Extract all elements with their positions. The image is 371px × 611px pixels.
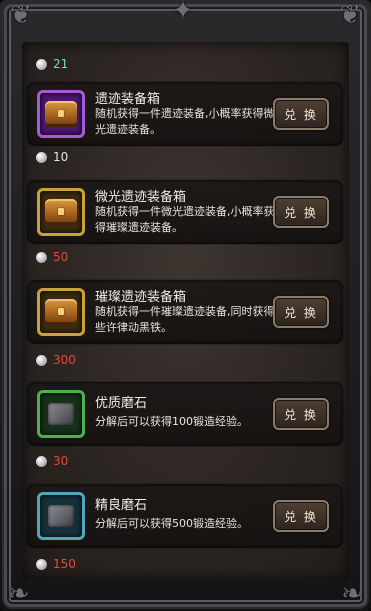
treasure-chest-icon (45, 199, 77, 225)
exchange-item: 微光遗迹装备箱 随机获得一件微光遗迹装备,小概率获得璀璨遗迹装备。 兑 换 (27, 180, 343, 244)
ornament-bottom-left-icon: ❧ (8, 579, 30, 609)
exchange-item: 璀璨遗迹装备箱 随机获得一件璀璨遗迹装备,同时获得些许律动黑铁。 兑 换 (27, 280, 343, 344)
item-cost: 150 (36, 556, 76, 572)
item-icon-frame[interactable] (37, 90, 85, 138)
item-title: 精良磨石 (95, 498, 148, 513)
ornament-bottom-right-icon: ❧ (341, 579, 363, 609)
item-description: 随机获得一件璀璨遗迹装备,同时获得些许律动黑铁。 (95, 305, 275, 334)
whetstone-icon (48, 403, 74, 425)
exchange-item: 遗迹装备箱 随机获得一件遗迹装备,小概率获得微光遗迹装备。 兑 换 (27, 82, 343, 146)
cost-value: 150 (53, 557, 76, 571)
item-cost: 300 (36, 352, 76, 368)
silver-coin-icon (36, 58, 47, 70)
exchange-button[interactable]: 兑 换 (273, 98, 329, 130)
silver-coin-icon (36, 354, 47, 366)
exchange-window: ❦ ❦ ✦ ❧ ❧ 21 遗迹装备箱 随机获得一件遗迹装备,小概率获得微光遗迹装… (0, 0, 371, 611)
silver-coin-icon (36, 251, 47, 263)
item-description: 分解后可以获得500锻造经验。 (95, 517, 248, 530)
silver-coin-icon (36, 558, 47, 570)
whetstone-icon (48, 505, 74, 527)
item-description: 随机获得一件遗迹装备,小概率获得微光遗迹装备。 (95, 107, 275, 136)
exchange-button[interactable]: 兑 换 (273, 500, 329, 532)
balance-value: 21 (53, 57, 69, 71)
item-icon-frame[interactable] (37, 390, 85, 438)
cost-value: 30 (53, 454, 69, 468)
item-description: 随机获得一件微光遗迹装备,小概率获得璀璨遗迹装备。 (95, 205, 275, 234)
cost-value: 300 (53, 353, 76, 367)
exchange-button[interactable]: 兑 换 (273, 398, 329, 430)
exchange-button[interactable]: 兑 换 (273, 296, 329, 328)
exchange-item: 优质磨石 分解后可以获得100锻造经验。 兑 换 (27, 382, 343, 446)
ornament-top-left-icon: ❦ (10, 0, 32, 30)
exchange-button[interactable]: 兑 换 (273, 196, 329, 228)
currency-balance: 21 (36, 56, 68, 72)
item-icon-frame[interactable] (37, 288, 85, 336)
item-title: 微光遗迹装备箱 (95, 190, 187, 205)
ornament-top-right-icon: ❦ (339, 0, 361, 30)
item-icon-frame[interactable] (37, 492, 85, 540)
item-title: 优质磨石 (95, 396, 148, 411)
silver-coin-icon (36, 455, 47, 467)
item-description: 分解后可以获得100锻造经验。 (95, 415, 248, 428)
item-cost: 30 (36, 453, 68, 469)
exchange-item: 精良磨石 分解后可以获得500锻造经验。 兑 换 (27, 484, 343, 548)
treasure-chest-icon (45, 101, 77, 127)
cost-value: 50 (53, 250, 69, 264)
item-icon-frame[interactable] (37, 188, 85, 236)
item-cost: 50 (36, 249, 68, 265)
item-title: 璀璨遗迹装备箱 (95, 290, 187, 305)
cost-value: 10 (53, 150, 69, 164)
item-cost: 10 (36, 149, 68, 165)
silver-coin-icon (36, 151, 47, 163)
treasure-chest-icon (45, 299, 77, 325)
exchange-list-panel[interactable]: 21 遗迹装备箱 随机获得一件遗迹装备,小概率获得微光遗迹装备。 兑 换 10 … (22, 42, 349, 580)
item-title: 遗迹装备箱 (95, 92, 161, 107)
ornament-top-center-icon: ✦ (172, 0, 194, 26)
